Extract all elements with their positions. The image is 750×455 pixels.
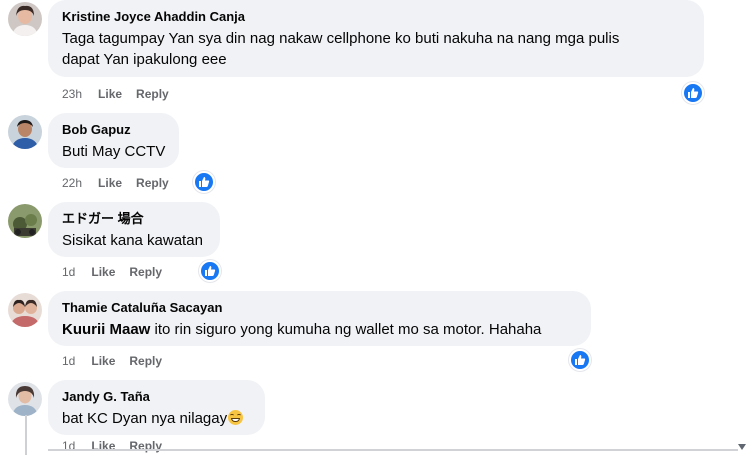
avatar[interactable]	[8, 204, 42, 238]
comment-text-line: Taga tagumpay Yan sya din nag nakaw cell…	[62, 30, 620, 47]
comment-author[interactable]: Bob Gapuz	[62, 121, 167, 138]
mention-link[interactable]: Kuurii Maaw	[62, 321, 150, 338]
like-icon[interactable]	[569, 349, 591, 371]
reply-button[interactable]: Reply	[136, 86, 169, 102]
comment-actions: 1d Like Reply	[62, 353, 176, 369]
like-button[interactable]: Like	[91, 438, 115, 454]
comment-actions: 22h Like Reply	[62, 175, 183, 191]
reply-button[interactable]: Reply	[129, 264, 162, 280]
comment-author[interactable]: エドガー 場合	[62, 210, 208, 227]
comment-timestamp[interactable]: 1d	[62, 438, 75, 454]
reply-button[interactable]: Reply	[136, 175, 169, 191]
like-icon[interactable]	[193, 171, 215, 193]
avatar[interactable]	[8, 293, 42, 327]
comment-author[interactable]: Thamie Cataluña Sacayan	[62, 299, 579, 316]
comment-timestamp[interactable]: 22h	[62, 175, 82, 191]
comment-bubble: エドガー 場合 Sisikat kana kawatan	[48, 202, 220, 257]
comment-actions: 1d Like Reply	[62, 264, 176, 280]
comment-author[interactable]: Jandy G. Taña	[62, 388, 253, 405]
scroll-down-arrow-icon[interactable]	[738, 444, 746, 450]
comment-bubble: Thamie Cataluña Sacayan Kuurii Maaw ito …	[48, 291, 591, 346]
comment-timestamp[interactable]: 23h	[62, 86, 82, 102]
comment-actions: 1d Like Reply	[62, 438, 176, 454]
comment-timestamp[interactable]: 1d	[62, 264, 75, 280]
reply-button[interactable]: Reply	[129, 438, 162, 454]
comment-actions: 23h Like Reply	[62, 86, 183, 102]
comment-bubble: Bob Gapuz Buti May CCTV	[48, 113, 179, 168]
comment-text: Sisikat kana kawatan	[62, 232, 203, 249]
avatar[interactable]	[8, 382, 42, 416]
thread-line	[25, 415, 27, 455]
grinning-emoji-icon	[228, 410, 244, 425]
like-button[interactable]: Like	[91, 353, 115, 369]
comment-text: Buti May CCTV	[62, 143, 166, 160]
like-icon[interactable]	[682, 82, 704, 104]
horizontal-scrollbar[interactable]	[48, 449, 738, 451]
comment-text: bat KC Dyan nya nilagay	[62, 408, 253, 429]
comments-panel: Kristine Joyce Ahaddin Canja Taga tagump…	[0, 0, 750, 455]
comment-text: Kuurii Maaw ito rin siguro yong kumuha n…	[62, 319, 579, 340]
avatar[interactable]	[8, 115, 42, 149]
like-button[interactable]: Like	[91, 264, 115, 280]
comment-text: Taga tagumpay Yan sya din nag nakaw cell…	[62, 28, 692, 70]
avatar[interactable]	[8, 2, 42, 36]
comment-bubble: Kristine Joyce Ahaddin Canja Taga tagump…	[48, 0, 704, 77]
comment-text-body: ito rin siguro yong kumuha ng wallet mo …	[150, 321, 542, 338]
reply-button[interactable]: Reply	[129, 353, 162, 369]
comment-text-line: dapat Yan ipakulong eee	[62, 51, 227, 68]
like-button[interactable]: Like	[98, 175, 122, 191]
comment-timestamp[interactable]: 1d	[62, 353, 75, 369]
comment-bubble: Jandy G. Taña bat KC Dyan nya nilagay	[48, 380, 265, 435]
like-button[interactable]: Like	[98, 86, 122, 102]
comment-author[interactable]: Kristine Joyce Ahaddin Canja	[62, 8, 692, 25]
like-icon[interactable]	[199, 260, 221, 282]
comment-text-body: bat KC Dyan nya nilagay	[62, 410, 228, 427]
